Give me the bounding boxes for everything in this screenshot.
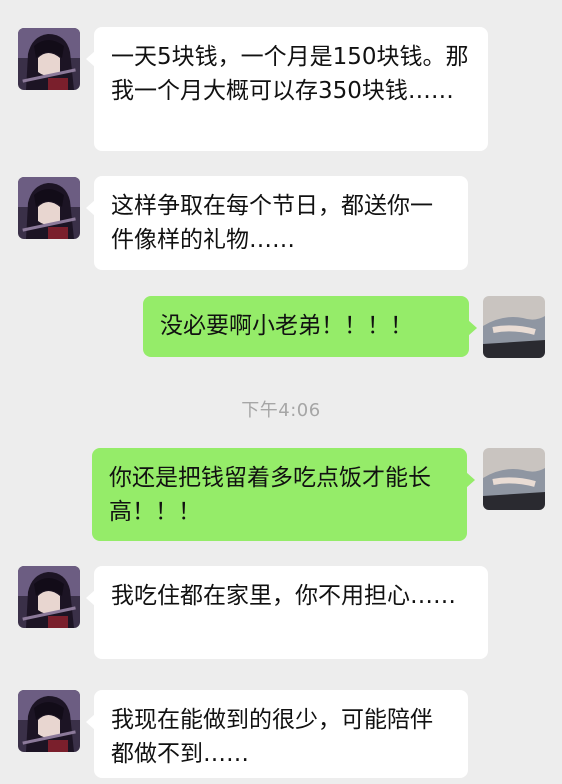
contact-avatar[interactable] [18, 177, 80, 239]
contact-avatar[interactable] [18, 690, 80, 752]
message-bubble[interactable]: 我现在能做到的很少，可能陪伴都做不到…… [86, 690, 468, 778]
user-avatar[interactable] [483, 448, 545, 510]
message-bubble[interactable]: 一天5块钱，一个月是150块钱。那我一个月大概可以存350块钱…… [86, 27, 488, 151]
chat-view: 一天5块钱，一个月是150块钱。那我一个月大概可以存350块钱…… 这样争取在每… [0, 0, 562, 784]
anime-character-avatar-icon [18, 28, 80, 90]
message-text: 没必要啊小老弟！！！！ [160, 313, 413, 339]
message-bubble-outgoing[interactable]: 你还是把钱留着多吃点饭才能长高！！！ [92, 448, 475, 541]
user-avatar[interactable] [483, 296, 545, 358]
message-bubble[interactable]: 这样争取在每个节日，都送你一件像样的礼物…… [86, 176, 468, 270]
message-text: 我吃住都在家里，你不用担心…… [111, 583, 456, 609]
contact-avatar[interactable] [18, 566, 80, 628]
user-photo-avatar-icon [483, 448, 545, 510]
message-text: 一天5块钱，一个月是150块钱。那我一个月大概可以存350块钱…… [111, 44, 469, 104]
message-text: 我现在能做到的很少，可能陪伴都做不到…… [111, 707, 433, 767]
anime-character-avatar-icon [18, 566, 80, 628]
contact-avatar[interactable] [18, 28, 80, 90]
message-text: 你还是把钱留着多吃点饭才能长高！！！ [109, 465, 431, 525]
anime-character-avatar-icon [18, 690, 80, 752]
message-bubble[interactable]: 我吃住都在家里，你不用担心…… [86, 566, 488, 659]
anime-character-avatar-icon [18, 177, 80, 239]
user-photo-avatar-icon [483, 296, 545, 358]
timestamp: 下午4:06 [241, 400, 321, 421]
message-bubble-outgoing[interactable]: 没必要啊小老弟！！！！ [143, 296, 477, 357]
message-text: 这样争取在每个节日，都送你一件像样的礼物…… [111, 193, 433, 253]
